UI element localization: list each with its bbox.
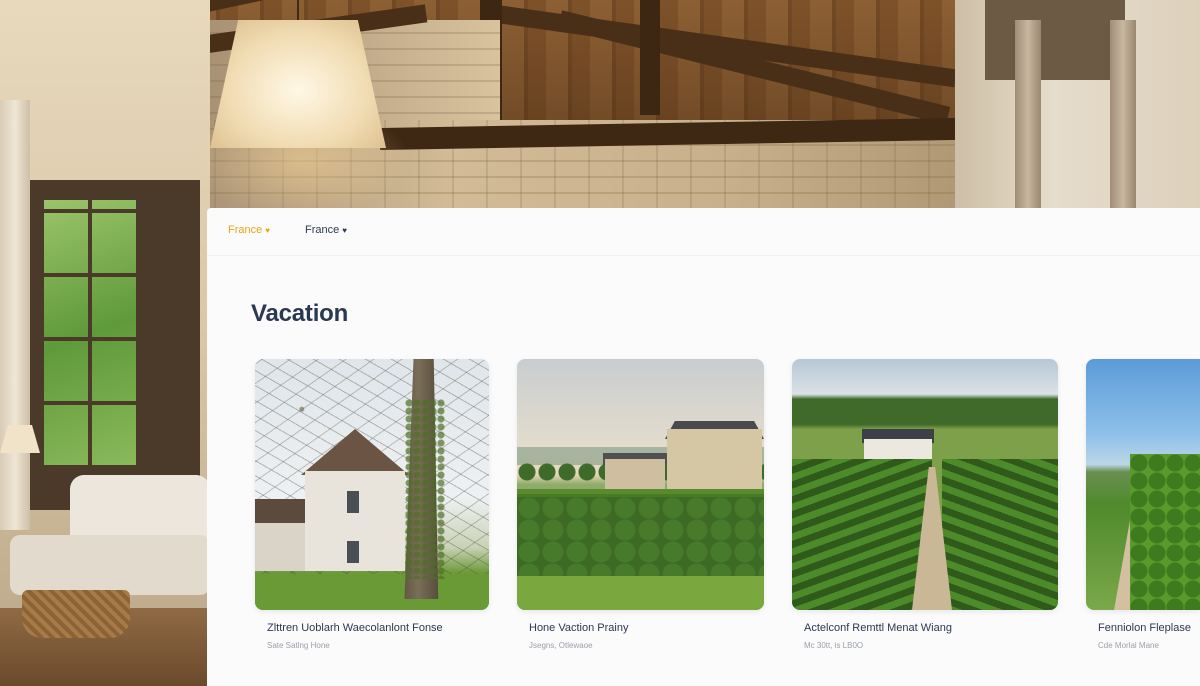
curtain [1110,20,1136,220]
manor-house [667,429,762,491]
top-navigation: France ♥ France ♥ [207,208,1200,256]
chevron-down-icon: ♥ [265,225,270,235]
outbuilding [605,459,665,491]
property-name[interactable]: Actelconf Remttl Menat Wiang [804,622,952,634]
cottage-window [347,491,359,513]
sofa [0,475,210,605]
cottage-window [347,541,359,563]
nav-label: France [228,224,263,236]
pendant-lamp [210,20,386,148]
wicker-basket [22,590,130,638]
lamp-cord [297,0,299,22]
property-photo[interactable] [255,359,489,610]
nav-dropdown-france-active[interactable]: France ♥ [228,224,270,236]
content-panel: France ♥ France ♥ Vacation Zlttren Uobla… [207,208,1200,686]
window-glass [44,200,140,465]
hedgerow [517,497,764,577]
grapevines [1130,454,1200,610]
property-name[interactable]: Fenniolon Fleplase [1098,622,1191,634]
curtain [1015,20,1041,220]
property-card[interactable]: Hone Vaction Prainy Jsegns, Otlewaoe [517,359,764,650]
property-subtitle: Sate Satlng Hone [267,641,330,650]
nav-label: France [305,224,340,236]
property-photo[interactable] [517,359,764,610]
property-subtitle: Mc 30tt, is LB0O [804,641,864,650]
property-card[interactable]: Fenniolon Fleplase Cde Morlal Mane [1086,359,1200,650]
property-photo[interactable] [1086,359,1200,610]
property-card[interactable]: Actelconf Remttl Menat Wiang Mc 30tt, is… [792,359,1058,650]
property-name[interactable]: Zlttren Uoblarh Waecolanlont Fonse [267,622,443,634]
wall-beam-block [985,0,1125,80]
property-card[interactable]: Zlttren Uoblarh Waecolanlont Fonse Sate … [255,359,489,650]
property-name[interactable]: Hone Vaction Prainy [529,622,628,634]
left-curtain [0,100,30,530]
chevron-down-icon: ♥ [342,225,347,235]
section-title: Vacation [251,300,349,327]
lawn [255,574,489,610]
property-subtitle: Jsegns, Otlewaoe [529,641,593,650]
vineyard-rows-right [942,459,1058,610]
property-subtitle: Cde Morlal Mane [1098,641,1159,650]
tree-ivy [405,399,445,579]
vineyard-rows-left [792,459,932,610]
ceiling-beam [640,0,660,115]
property-photo[interactable] [792,359,1058,610]
nav-dropdown-france[interactable]: France ♥ [305,224,347,236]
grass-field [517,576,764,610]
sofa-seat [10,535,210,595]
